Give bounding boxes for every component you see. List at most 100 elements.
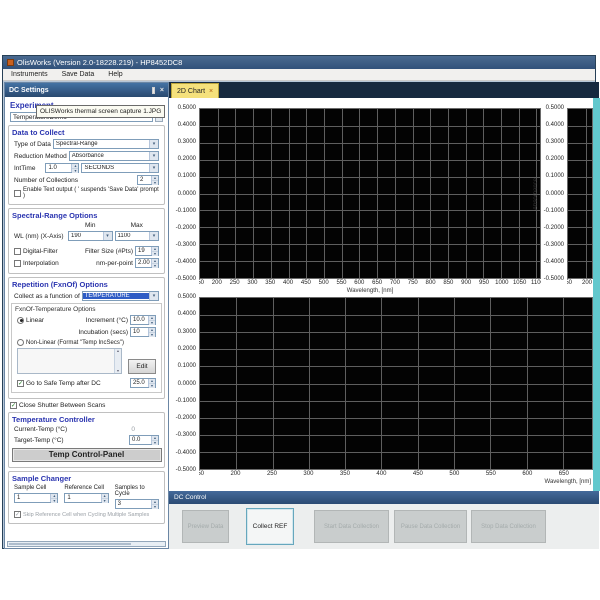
y-axis-ticks: 0.50000.40000.30000.20000.10000.0000-0.1… bbox=[173, 297, 199, 470]
wl-max-select[interactable]: 1100▾ bbox=[115, 231, 160, 241]
inttime-spinner[interactable]: 1.0 ▲▼ bbox=[45, 163, 79, 173]
stop-data-collection-button[interactable]: Stop Data Collection bbox=[471, 510, 546, 543]
app-window: OlisWorks (Version 2.0-18228.219) - HP84… bbox=[2, 55, 596, 549]
samples-to-cycle-spinner[interactable]: 3 ▲▼ bbox=[115, 499, 159, 509]
scrollbar-thumb[interactable] bbox=[9, 543, 131, 545]
right-edge-strip bbox=[593, 98, 600, 491]
samples-to-cycle-label: Samples to Cycle bbox=[115, 485, 159, 497]
group-data-to-collect: Data to Collect Type of Data Spectral-Ra… bbox=[8, 125, 165, 205]
non-linear-listbox[interactable]: ▲▼ bbox=[17, 348, 122, 374]
nm-per-point-spinner[interactable]: 2.00 ▲▼ bbox=[135, 258, 159, 268]
safe-temp-label: Go to Safe Temp after DC bbox=[26, 380, 101, 387]
temp-control-panel-button[interactable]: Temp Control-Panel bbox=[12, 448, 162, 462]
filter-size-label: Filter Size (#Pts) bbox=[85, 248, 133, 255]
top-right-partial-chart: Absorbance 0.50000.40000.30000.20000.100… bbox=[531, 108, 593, 298]
tab-close-icon[interactable]: × bbox=[209, 88, 213, 95]
preview-data-button[interactable]: Preview Data bbox=[182, 510, 229, 543]
close-shutter-checkbox[interactable]: ✓ bbox=[10, 402, 17, 409]
wl-min-select[interactable]: 190▾ bbox=[68, 231, 113, 241]
x-axis-title: Wavelength, [nm] bbox=[199, 479, 593, 489]
linear-label: Linear bbox=[26, 317, 44, 324]
digital-filter-checkbox[interactable] bbox=[14, 248, 21, 255]
reduction-method-label: Reduction Method bbox=[14, 153, 67, 160]
menu-bar: Instruments Save Data Help bbox=[3, 69, 595, 81]
dc-settings-panel: DC Settings × Experiment TemperatureDemo… bbox=[4, 82, 169, 549]
type-of-data-select[interactable]: Spectral-Range▾ bbox=[53, 139, 159, 149]
x-axis-ticks: 150200250300350400450500550600650 bbox=[199, 470, 593, 479]
chart-tab-strip: 2D Chart × bbox=[169, 82, 599, 98]
safe-temp-spinner[interactable]: 25.0 ▲▼ bbox=[130, 378, 156, 388]
fxnof-title: FxnOf-Temperature Options bbox=[15, 306, 159, 313]
group-title: Temperature Controller bbox=[12, 415, 161, 424]
plot-area[interactable] bbox=[199, 108, 541, 279]
skip-reference-label: Skip Reference Cell when Cycling Multipl… bbox=[23, 512, 149, 518]
target-temp-label: Target-Temp (°C) bbox=[14, 437, 64, 444]
plot-area[interactable] bbox=[567, 108, 593, 279]
inttime-label: IntTime bbox=[14, 165, 35, 172]
reduction-method-select[interactable]: Absorbance▾ bbox=[69, 151, 159, 161]
edit-button[interactable]: Edit bbox=[128, 359, 156, 374]
x-axis-ticks: 1502002503003504004505005506006507007508… bbox=[199, 279, 541, 288]
y-axis-ticks: 0.50000.40000.30000.20000.10000.0000-0.1… bbox=[173, 108, 199, 279]
x-axis-ticks: 150200250 bbox=[567, 279, 593, 288]
dc-control-button-row: Preview Data Collect REF Start Data Coll… bbox=[169, 504, 599, 549]
y-axis-title: Absorbance bbox=[531, 108, 541, 279]
collect-as-function-select[interactable]: TEMPERATURE▾ bbox=[82, 291, 159, 301]
tab-2d-chart[interactable]: 2D Chart × bbox=[171, 83, 219, 98]
group-title: Data to Collect bbox=[12, 128, 161, 137]
enable-text-output-checkbox[interactable] bbox=[14, 190, 21, 197]
dc-settings-title: DC Settings bbox=[9, 87, 49, 94]
window-title: OlisWorks (Version 2.0-18228.219) - HP84… bbox=[17, 58, 182, 67]
dc-settings-header: DC Settings × bbox=[5, 83, 168, 97]
dc-control-title: DC Control bbox=[174, 494, 206, 501]
collections-label: Number of Collections bbox=[14, 177, 78, 184]
max-header: Max bbox=[115, 222, 160, 229]
filter-size-spinner[interactable]: 19 ▲▼ bbox=[135, 246, 159, 256]
collect-ref-button[interactable]: Collect REF bbox=[246, 508, 294, 545]
dc-control-header: DC Control bbox=[169, 491, 599, 504]
dc-settings-body: Experiment TemperatureDemo Data to Colle… bbox=[5, 97, 168, 548]
reference-cell-label: Reference Cell bbox=[64, 485, 108, 491]
skip-reference-checkbox[interactable]: ✓ bbox=[14, 511, 21, 518]
close-icon[interactable]: × bbox=[160, 87, 164, 94]
group-temperature-controller: Temperature Controller Current-Temp (°C)… bbox=[8, 412, 165, 468]
plot-area[interactable] bbox=[199, 297, 593, 470]
menu-save-data[interactable]: Save Data bbox=[62, 71, 95, 78]
non-linear-radio[interactable] bbox=[17, 339, 24, 346]
interpolation-checkbox[interactable] bbox=[14, 260, 21, 267]
group-title: Repetition (FxnOf) Options bbox=[12, 280, 161, 289]
collect-as-function-label: Collect as a function of bbox=[14, 293, 80, 300]
interpolation-label: Interpolation bbox=[23, 260, 59, 267]
group-title: Sample Changer bbox=[12, 474, 161, 483]
group-repetition: Repetition (FxnOf) Options Collect as a … bbox=[8, 277, 165, 399]
bottom-spectrum-chart: Absorbance 0.50000.40000.30000.20000.100… bbox=[163, 297, 593, 489]
non-linear-label: Non-Linear (Format "Temp IncSecs") bbox=[26, 340, 124, 346]
safe-temp-checkbox[interactable]: ✓ bbox=[17, 380, 24, 387]
pause-data-collection-button[interactable]: Pause Data Collection bbox=[394, 510, 467, 543]
y-axis-ticks: 0.50000.40000.30000.20000.10000.0000-0.1… bbox=[541, 108, 567, 279]
screenshot-page: OlisWorks (Version 2.0-18228.219) - HP84… bbox=[0, 0, 600, 600]
panel-horizontal-scrollbar[interactable] bbox=[7, 541, 166, 547]
incubation-spinner[interactable]: 10 ▲▼ bbox=[130, 327, 156, 337]
sample-cell-label: Sample Cell bbox=[14, 485, 58, 491]
current-temp-label: Current-Temp (°C) bbox=[14, 426, 67, 433]
group-title: Spectral-Range Options bbox=[12, 211, 161, 220]
pin-icon[interactable] bbox=[152, 87, 155, 94]
start-data-collection-button[interactable]: Start Data Collection bbox=[314, 510, 389, 543]
wl-axis-label: WL (nm) (X-Axis) bbox=[14, 233, 66, 240]
close-shutter-label: Close Shutter Between Scans bbox=[19, 402, 105, 409]
reference-cell-spinner[interactable]: 1 ▲▼ bbox=[64, 493, 108, 503]
type-of-data-label: Type of Data bbox=[14, 141, 51, 148]
digital-filter-label: Digital-Filter bbox=[23, 248, 58, 255]
increment-spinner[interactable]: 10.0 ▲▼ bbox=[130, 315, 156, 325]
fxnof-temperature-group: FxnOf-Temperature Options Linear Increme… bbox=[11, 303, 162, 393]
title-bar[interactable]: OlisWorks (Version 2.0-18228.219) - HP84… bbox=[3, 56, 595, 69]
target-temp-spinner[interactable]: 0.0 ▲▼ bbox=[129, 435, 159, 445]
menu-instruments[interactable]: Instruments bbox=[11, 71, 48, 78]
collections-spinner[interactable]: 2 ▲▼ bbox=[137, 175, 159, 185]
enable-text-output-label: Enable Text output ( ' suspends 'Save Da… bbox=[23, 187, 159, 199]
menu-help[interactable]: Help bbox=[108, 71, 122, 78]
inttime-unit-select[interactable]: SECONDS▾ bbox=[81, 163, 159, 173]
linear-radio[interactable] bbox=[17, 317, 24, 324]
sample-cell-spinner[interactable]: 1 ▲▼ bbox=[14, 493, 58, 503]
